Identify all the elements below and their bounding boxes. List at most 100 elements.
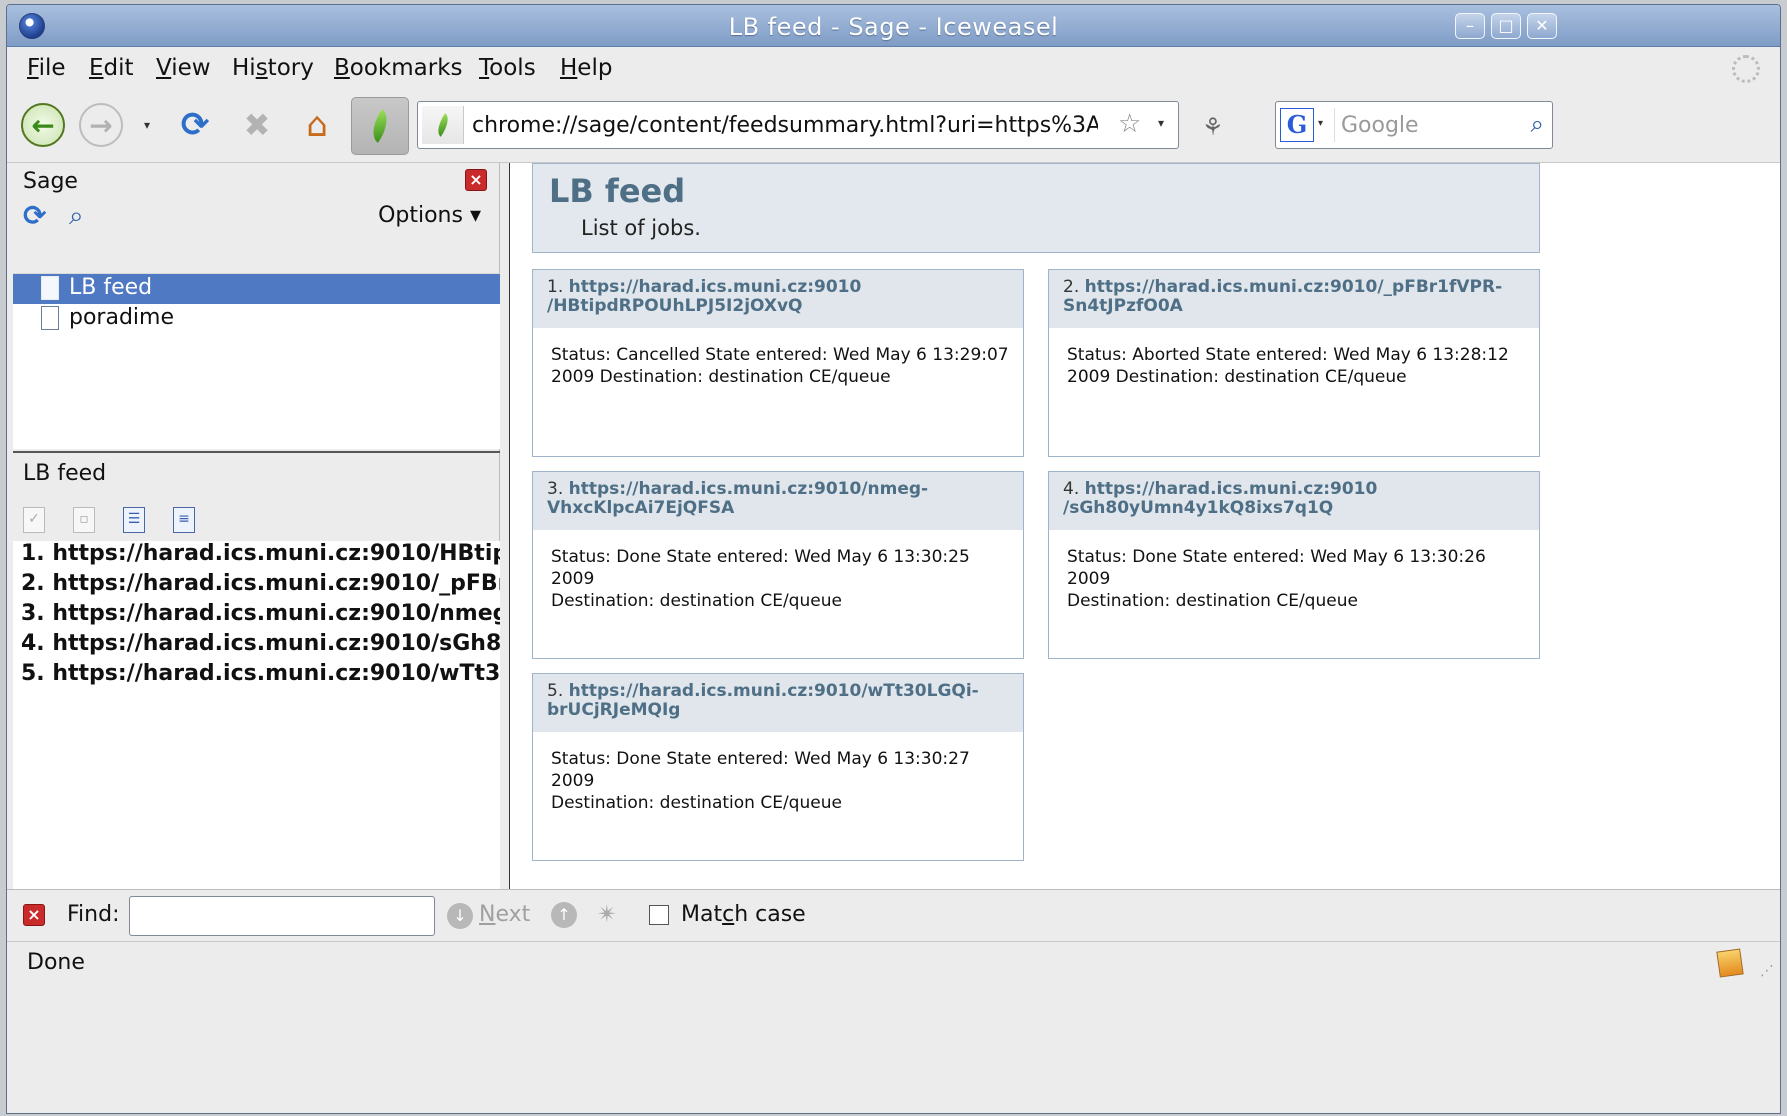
bookmark-star-icon[interactable]: ☆ (1118, 109, 1141, 139)
sidebar-splitter[interactable] (13, 451, 500, 453)
resize-grip-icon[interactable]: ⋰ (1760, 963, 1774, 979)
search-bar[interactable]: G ▾ ⌕ (1275, 101, 1553, 149)
minimize-button[interactable]: – (1455, 13, 1485, 39)
item-link[interactable]: https://harad.ics.muni.cz:9010/HBtipdRPO… (547, 277, 861, 316)
search-input[interactable] (1334, 108, 1514, 142)
feed-item-card: 5. https://harad.ics.muni.cz:9010/wTt30L… (532, 673, 1024, 861)
reload-icon: ⟳ (180, 105, 210, 145)
find-input[interactable] (129, 896, 435, 936)
menu-edit[interactable]: Edit (87, 55, 136, 81)
document-icon (41, 276, 59, 300)
maximize-button[interactable]: □ (1491, 13, 1521, 39)
card-header: 3. https://harad.ics.muni.cz:9010/nmeg- V… (533, 472, 1023, 530)
item-number: 2. (1063, 277, 1080, 297)
forward-button[interactable]: → (77, 101, 125, 149)
sidebar-toolbar: ⟳ ⌕ Options ▾ (23, 197, 491, 237)
forward-arrow-icon: → (79, 103, 123, 147)
checkbox-box[interactable] (649, 904, 669, 925)
feed-item-card: 2. https://harad.ics.muni.cz:9010/_pFBr1… (1048, 269, 1540, 457)
list-item[interactable]: 2. https://harad.ics.muni.cz:9010/_pFBr1… (21, 571, 500, 596)
item-link[interactable]: https://harad.ics.muni.cz:9010/nmeg- Vhxc… (547, 479, 928, 518)
item-number: 1. (547, 277, 564, 297)
stop-button[interactable]: ✖ (233, 101, 281, 149)
history-dropdown-button[interactable]: ▾ (135, 101, 159, 149)
search-icon[interactable]: ⌕ (69, 201, 84, 232)
item-link[interactable]: https://harad.ics.muni.cz:9010/wTt30LGQi… (547, 681, 979, 720)
mark-all-read-icon[interactable]: ☰ (123, 507, 145, 533)
feed-item-card: 1. https://harad.ics.muni.cz:9010/HBtipd… (532, 269, 1024, 457)
feed-item-lb-feed[interactable]: LB feed (13, 274, 500, 304)
arrow-down-icon: ↓ (447, 903, 473, 929)
list-item[interactable]: 1. https://harad.ics.muni.cz:9010/HBtipd… (21, 541, 500, 566)
list-item[interactable]: 3. https://harad.ics.muni.cz:9010/nmeg-V… (21, 601, 500, 626)
back-arrow-icon: ← (21, 103, 65, 147)
menu-help[interactable]: Help (558, 55, 614, 81)
list-item[interactable]: 4. https://harad.ics.muni.cz:9010/sGh80y… (21, 631, 500, 656)
url-history-dropdown[interactable]: ▾ (1158, 116, 1164, 130)
mark-read-icon[interactable]: ✓ (23, 507, 45, 533)
feed-title: LB feed (549, 172, 686, 210)
menu-bar: File Edit View History Bookmarks Tools H… (7, 47, 1780, 89)
sage-leaf-icon (364, 109, 396, 143)
feed-description: List of jobs. (581, 216, 701, 240)
sage-sidebar-toggle-button[interactable] (351, 97, 409, 155)
item-number: 5. (547, 681, 564, 701)
home-icon: ⌂ (306, 105, 328, 145)
extension-icon[interactable]: ⚘ (1202, 113, 1224, 141)
card-header: 4. https://harad.ics.muni.cz:9010/sGh80y… (1049, 472, 1539, 530)
find-bar: × Find: ↓ Next ↑ ✴ Mat c h case (7, 889, 1780, 941)
navigation-toolbar: ← → ▾ ⟳ ✖ ⌂ ☆ ▾ ⚘ G ▾ (7, 89, 1780, 163)
list-item[interactable]: 5. https://harad.ics.muni.cz:9010/wTt30L… (21, 661, 500, 686)
card-body: Status: Aborted State entered: Wed May 6… (1067, 345, 1509, 387)
card-body: Status: Done State entered: Wed May 6 13… (1067, 547, 1486, 611)
feed-items-list: 1. https://harad.ics.muni.cz:9010/HBtipd… (13, 541, 500, 889)
sidebar-title: Sage (23, 169, 78, 194)
feed-item-poradime[interactable]: poradime (13, 304, 500, 334)
home-button[interactable]: ⌂ (293, 101, 341, 149)
feed-label: poradime (69, 305, 174, 330)
find-label: Find: (67, 902, 120, 927)
item-number: 3. (547, 479, 564, 499)
menu-history[interactable]: History (230, 55, 316, 81)
find-previous-button[interactable]: ↑ (551, 902, 577, 928)
url-bar[interactable]: ☆ ▾ (417, 101, 1179, 149)
match-case-checkbox[interactable]: Mat c h case (649, 902, 806, 927)
sage-leaf-icon (432, 113, 453, 137)
status-text: Done (27, 950, 85, 975)
feed-label: LB feed (69, 275, 153, 300)
menu-bookmarks[interactable]: Bookmarks (332, 55, 465, 81)
reload-button[interactable]: ⟳ (171, 101, 219, 149)
card-header: 2. https://harad.ics.muni.cz:9010/_pFBr1… (1049, 270, 1539, 328)
chevron-down-icon: ▾ (143, 118, 151, 132)
mark-unread-icon[interactable]: ▫ (73, 507, 95, 533)
google-engine-icon[interactable]: G (1280, 108, 1314, 142)
options-button[interactable]: Options ▾ (378, 203, 481, 228)
feed-header: LB feed List of jobs. (532, 163, 1540, 253)
url-input[interactable] (470, 108, 1100, 142)
search-go-icon[interactable]: ⌕ (1531, 110, 1544, 138)
card-body: Status: Done State entered: Wed May 6 13… (551, 547, 970, 611)
items-toolbar: ✓ ▫ ☰ ≡ (23, 501, 323, 537)
edit-note-icon[interactable] (1716, 948, 1744, 978)
mark-all-unread-icon[interactable]: ≡ (173, 507, 195, 533)
document-icon (41, 306, 59, 330)
item-link[interactable]: https://harad.ics.muni.cz:9010/sGh80yUmn… (1063, 479, 1377, 518)
feed-item-card: 4. https://harad.ics.muni.cz:9010/sGh80y… (1048, 471, 1540, 659)
item-link[interactable]: https://harad.ics.muni.cz:9010/_pFBr1fVP… (1063, 277, 1502, 316)
close-sidebar-button[interactable]: × (465, 169, 487, 191)
feed-summary-content: LB feed List of jobs. 1. https://harad.i… (509, 163, 1780, 889)
close-window-button[interactable]: ✕ (1527, 13, 1557, 39)
close-findbar-button[interactable]: × (23, 904, 45, 926)
menu-file[interactable]: File (25, 55, 68, 81)
card-header: 1. https://harad.ics.muni.cz:9010/HBtipd… (533, 270, 1023, 328)
items-title: LB feed (23, 461, 107, 486)
find-next-button[interactable]: ↓ Next (447, 902, 530, 929)
menu-view[interactable]: View (154, 55, 213, 81)
refresh-feeds-icon[interactable]: ⟳ (23, 199, 46, 232)
back-button[interactable]: ← (19, 101, 67, 149)
menu-tools[interactable]: Tools (477, 55, 538, 81)
site-identity-button[interactable] (422, 106, 464, 144)
highlight-all-icon[interactable]: ✴ (597, 900, 617, 928)
engine-dropdown-icon[interactable]: ▾ (1318, 118, 1323, 129)
title-bar[interactable]: LB feed - Sage - Iceweasel – □ ✕ (7, 5, 1780, 47)
